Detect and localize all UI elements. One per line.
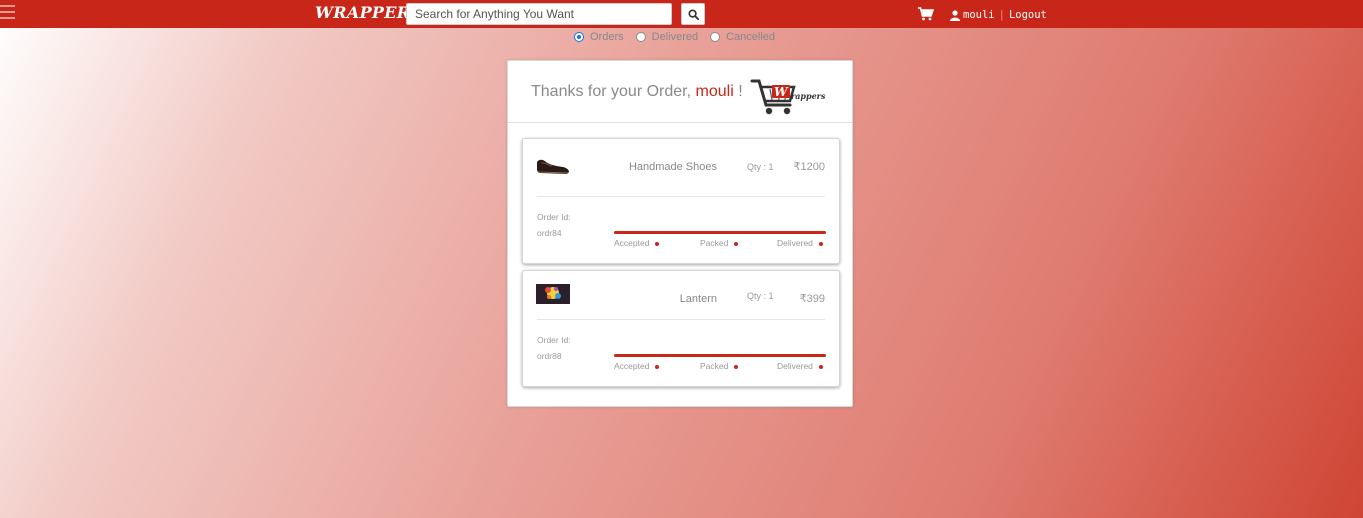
step-packed: Packed — [700, 361, 739, 371]
filter-delivered[interactable]: Delivered — [635, 31, 699, 43]
order-card[interactable]: Lantern Qty : 1 ₹399 Order Id: ordr88 Ac… — [522, 270, 840, 387]
step-dot — [655, 364, 660, 369]
order-id-value: ordr84 — [537, 228, 562, 238]
tracking-bar — [614, 231, 826, 234]
radio-delivered[interactable] — [635, 32, 646, 42]
product-name[interactable]: Handmade Shoes — [629, 161, 717, 173]
step-dot — [734, 364, 739, 369]
filter-delivered-label: Delivered — [651, 31, 699, 43]
filter-cancelled-label: Cancelled — [726, 31, 776, 43]
step-label: Packed — [700, 361, 729, 371]
step-label: Delivered — [777, 361, 813, 371]
price: ₹1200 — [793, 161, 825, 173]
thanks-message: Thanks for your Order, mouli ! — [531, 83, 743, 101]
step-label: Delivered — [777, 238, 813, 248]
thanks-prefix: Thanks for your Order, — [531, 83, 692, 100]
order-id-value: ordr88 — [537, 351, 562, 361]
radio-orders[interactable] — [574, 32, 584, 42]
filter-orders[interactable]: Orders — [574, 31, 624, 43]
order-panel: Thanks for your Order, mouli ! W rappers… — [507, 60, 853, 407]
panel-header: Thanks for your Order, mouli ! W rappers — [508, 61, 852, 123]
thanks-suffix: ! — [738, 83, 743, 100]
step-dot — [655, 241, 660, 246]
order-id-label: Order Id: — [537, 212, 571, 222]
step-dot — [818, 241, 823, 246]
step-label: Accepted — [614, 238, 650, 248]
order-filter: Orders Delivered Cancelled — [574, 30, 787, 44]
step-accepted: Accepted — [614, 238, 660, 248]
product-name[interactable]: Lantern — [680, 293, 717, 305]
search-input[interactable] — [406, 3, 672, 25]
thanks-username: mouli — [695, 83, 734, 100]
step-dot — [818, 364, 823, 369]
filter-cancelled[interactable]: Cancelled — [710, 31, 775, 43]
search-button[interactable] — [681, 3, 705, 25]
divider — [537, 319, 825, 320]
step-label: Packed — [700, 238, 729, 248]
tracking-bar — [614, 354, 826, 357]
svg-text:rappers: rappers — [791, 91, 826, 101]
step-delivered: Delivered — [777, 238, 823, 248]
price: ₹399 — [799, 293, 825, 305]
quantity: Qty : 1 — [747, 291, 774, 301]
step-accepted: Accepted — [614, 361, 660, 371]
separator: | — [998, 9, 1005, 21]
step-dot — [734, 241, 739, 246]
search-icon — [687, 8, 699, 20]
cart-icon[interactable] — [918, 7, 934, 21]
divider — [537, 196, 825, 197]
step-delivered: Delivered — [777, 361, 823, 371]
order-card[interactable]: Handmade Shoes Qty : 1 ₹1200 Order Id: o… — [522, 138, 840, 264]
order-id-label: Order Id: — [537, 335, 571, 345]
step-label: Accepted — [614, 361, 650, 371]
quantity: Qty : 1 — [747, 162, 774, 172]
filter-orders-label: Orders — [590, 31, 624, 43]
top-navbar: WRAPPERS mouli | Logout — [0, 0, 1363, 28]
user-area: mouli | Logout — [950, 8, 1047, 22]
user-icon — [950, 9, 960, 21]
shoe-image — [537, 159, 569, 174]
wrappers-cart-logo: W rappers — [750, 79, 826, 115]
svg-text:W: W — [774, 85, 789, 99]
step-packed: Packed — [700, 238, 739, 248]
radio-cancelled[interactable] — [710, 32, 721, 42]
menu-icon[interactable] — [0, 5, 15, 21]
logout-link[interactable]: Logout — [1009, 9, 1047, 21]
username-link[interactable]: mouli — [963, 9, 995, 21]
lantern-image — [536, 284, 570, 304]
